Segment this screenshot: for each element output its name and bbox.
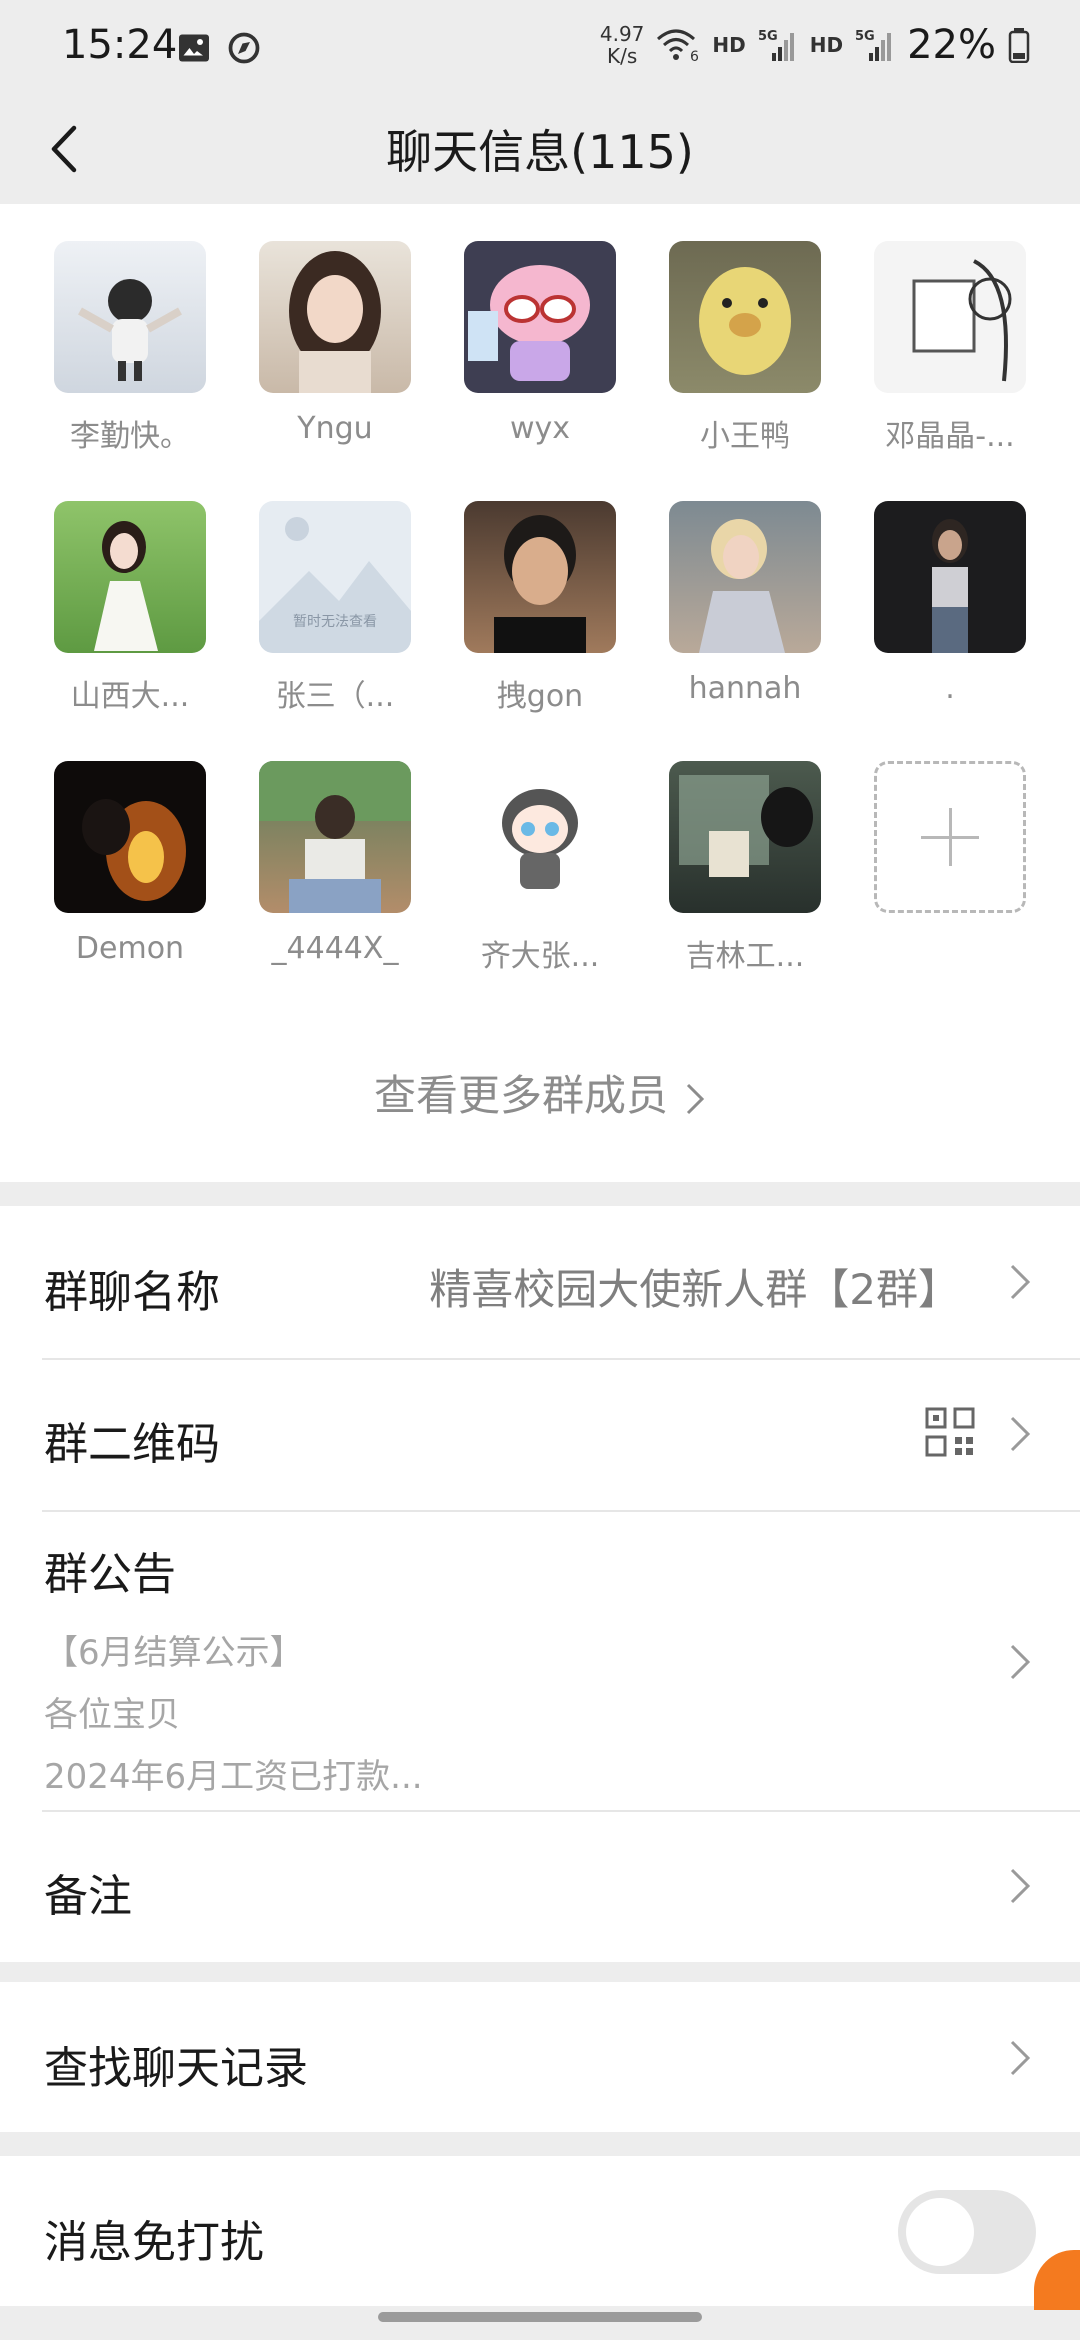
- member-item[interactable]: hannah: [669, 501, 821, 706]
- gallery-notification-icon: [179, 34, 209, 62]
- svg-text:6: 6: [690, 49, 699, 63]
- member-name: 吉林工...: [685, 939, 805, 974]
- member-item[interactable]: wyx: [464, 241, 616, 446]
- member-item[interactable]: 齐大张...: [464, 761, 616, 975]
- row-label: 消息免打扰: [44, 2217, 264, 2268]
- avatar: [54, 241, 206, 393]
- member-item[interactable]: 李勤快。: [54, 241, 206, 455]
- member-name: Yngu: [297, 411, 373, 446]
- member-name: 邓晶晶-...: [885, 419, 1015, 454]
- page-title: 聊天信息(115): [386, 125, 694, 179]
- search-history-row[interactable]: 查找聊天记录: [0, 1982, 1080, 2132]
- member-name: hannah: [688, 671, 802, 706]
- member-item[interactable]: 吉林工...: [669, 761, 821, 975]
- member-item[interactable]: Demon: [54, 761, 206, 966]
- home-indicator[interactable]: [378, 2312, 702, 2322]
- chevron-right-icon: [1010, 1868, 1031, 1904]
- status-time: 15:24: [62, 22, 178, 68]
- group-notice-row[interactable]: 群公告 【6月结算公示】 各位宝贝 2024年6月工资已打款...: [0, 1510, 1080, 1810]
- chevron-right-icon: [1010, 2040, 1031, 2076]
- row-label: 备注: [44, 1871, 132, 1922]
- chevron-right-icon: [686, 1083, 705, 1114]
- avatar: [669, 501, 821, 653]
- placeholder-text: 暂时无法查看: [293, 614, 377, 630]
- avatar: [54, 501, 206, 653]
- header: 聊天信息(115): [0, 96, 1080, 204]
- member-item[interactable]: 山西大...: [54, 501, 206, 715]
- hd-indicator-2: HD: [809, 33, 844, 57]
- wifi-icon: 6: [657, 29, 699, 63]
- signal-icon-2: 5G: [855, 29, 892, 61]
- avatar: [464, 501, 616, 653]
- chevron-right-icon: [1010, 1416, 1031, 1452]
- row-label: 群聊名称: [44, 1267, 220, 1318]
- avatar: [54, 761, 206, 913]
- member-name: 拽gon: [496, 679, 584, 714]
- member-name: wyx: [509, 411, 571, 446]
- group-qr-row[interactable]: 群二维码: [0, 1358, 1080, 1510]
- mute-toggle[interactable]: [898, 2190, 1036, 2274]
- row-label: 群二维码: [44, 1419, 220, 1470]
- avatar: [874, 501, 1026, 653]
- compass-notification-icon: [228, 32, 260, 64]
- member-name: _4444X_: [271, 931, 399, 966]
- avatar: [669, 241, 821, 393]
- plus-icon[interactable]: [874, 761, 1026, 913]
- member-name: Demon: [75, 931, 185, 966]
- avatar: [259, 241, 411, 393]
- row-label: 群公告: [44, 1549, 176, 1600]
- view-more-members[interactable]: 查看更多群成员: [0, 1062, 1080, 1123]
- member-item[interactable]: Yngu: [259, 241, 411, 446]
- status-bar: 15:24 4.97 K/s 6 HD 5G HD 5G 22%: [0, 0, 1080, 96]
- mute-section: 消息免打扰: [0, 2156, 1080, 2306]
- qr-code-icon: [925, 1407, 975, 1457]
- row-label: 查找聊天记录: [44, 2043, 308, 2094]
- group-settings-section: 群聊名称 精喜校园大使新人群【2群】 群二维码 群公告 【6月结算公示】 各位宝…: [0, 1206, 1080, 1962]
- avatar: [259, 761, 411, 913]
- battery-percent: 22%: [907, 22, 996, 68]
- member-name: 山西大...: [70, 679, 190, 714]
- member-name: 张三（...: [275, 679, 395, 714]
- avatar: [669, 761, 821, 913]
- member-item[interactable]: .: [874, 501, 1026, 706]
- notice-preview: 【6月结算公示】 各位宝贝 2024年6月工资已打款...: [44, 1633, 423, 1797]
- member-name: 齐大张...: [480, 939, 600, 974]
- member-item[interactable]: 邓晶晶-...: [874, 241, 1026, 455]
- signal-icon: 5G: [758, 29, 794, 61]
- chevron-right-icon: [1010, 1264, 1031, 1300]
- member-item[interactable]: 小王鸭: [669, 241, 821, 455]
- avatar: [464, 761, 616, 913]
- member-item[interactable]: 拽gon: [464, 501, 616, 715]
- chevron-right-icon: [1010, 1644, 1031, 1680]
- avatar: [874, 241, 1026, 393]
- remark-row[interactable]: 备注: [0, 1810, 1080, 1962]
- member-item[interactable]: _4444X_: [259, 761, 411, 966]
- member-name: 小王鸭: [700, 419, 790, 454]
- member-name: 李勤快。: [70, 419, 190, 454]
- add-member-button[interactable]: [874, 761, 1026, 913]
- members-grid: 李勤快。 Yngu wyx 小王鸭 邓晶晶-... 山西大... 暂时无法查看 …: [0, 204, 1080, 1182]
- svg-text:5G: 5G: [855, 29, 875, 44]
- avatar-placeholder: 暂时无法查看: [259, 501, 411, 653]
- battery-icon: [1008, 28, 1030, 63]
- search-section: 查找聊天记录: [0, 1982, 1080, 2132]
- group-name-row[interactable]: 群聊名称 精喜校园大使新人群【2群】: [0, 1206, 1080, 1358]
- member-item[interactable]: 暂时无法查看 张三（...: [259, 501, 411, 715]
- avatar: [464, 241, 616, 393]
- mute-row: 消息免打扰: [0, 2156, 1080, 2306]
- group-name-value: 精喜校园大使新人群【2群】: [429, 1265, 960, 1314]
- hd-indicator: HD: [712, 33, 746, 57]
- network-speed: 4.97 K/s: [599, 22, 645, 68]
- member-name: .: [945, 671, 955, 706]
- svg-text:5G: 5G: [758, 29, 778, 44]
